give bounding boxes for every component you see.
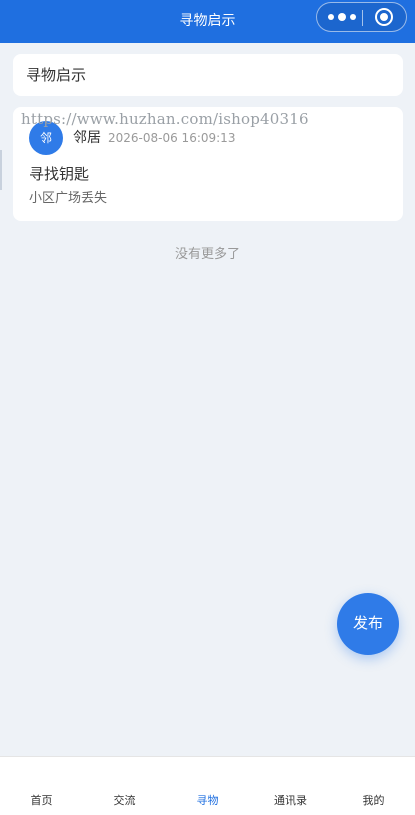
tab-label: 我的 xyxy=(362,794,385,807)
post-description: 小区广场丢失 xyxy=(29,191,108,206)
post-title: 寻找钥匙 xyxy=(29,165,90,183)
tab-label: 通讯录 xyxy=(274,794,307,807)
miniprogram-capsule xyxy=(316,2,407,32)
post-card[interactable]: 邻 邻居 2026-08-06 16:09:13 寻找钥匙 小区广场丢失 htt… xyxy=(13,107,403,221)
post-time: 2026-08-06 16:09:13 xyxy=(108,131,236,145)
tab-label: 寻物 xyxy=(196,794,219,807)
tab-home[interactable]: 首页 xyxy=(0,757,83,815)
tab-lost-found[interactable]: 寻物 xyxy=(166,757,249,815)
tab-label: 首页 xyxy=(30,794,53,807)
category-label: 寻物启示 xyxy=(26,66,87,84)
capsule-divider xyxy=(362,10,363,26)
edge-handle xyxy=(0,150,2,190)
tab-exchange[interactable]: 交流 xyxy=(83,757,166,815)
category-search-box[interactable]: 寻物启示 xyxy=(13,54,403,96)
list-end-text: 没有更多了 xyxy=(174,247,240,262)
nav-header: 寻物启示 xyxy=(0,0,415,43)
tab-bar: 首页 交流 寻物 通讯录 我的 xyxy=(0,756,415,815)
publish-button[interactable]: 发布 xyxy=(337,593,399,655)
more-icon[interactable] xyxy=(325,9,359,25)
post-author: 邻居 xyxy=(73,130,101,146)
watermark-text: https://www.huzhan.com/ishop40316 xyxy=(21,110,309,128)
close-circle-icon[interactable] xyxy=(375,8,393,26)
tab-mine[interactable]: 我的 xyxy=(332,757,415,815)
tab-label: 交流 xyxy=(113,794,136,807)
tab-contacts[interactable]: 通讯录 xyxy=(249,757,332,815)
